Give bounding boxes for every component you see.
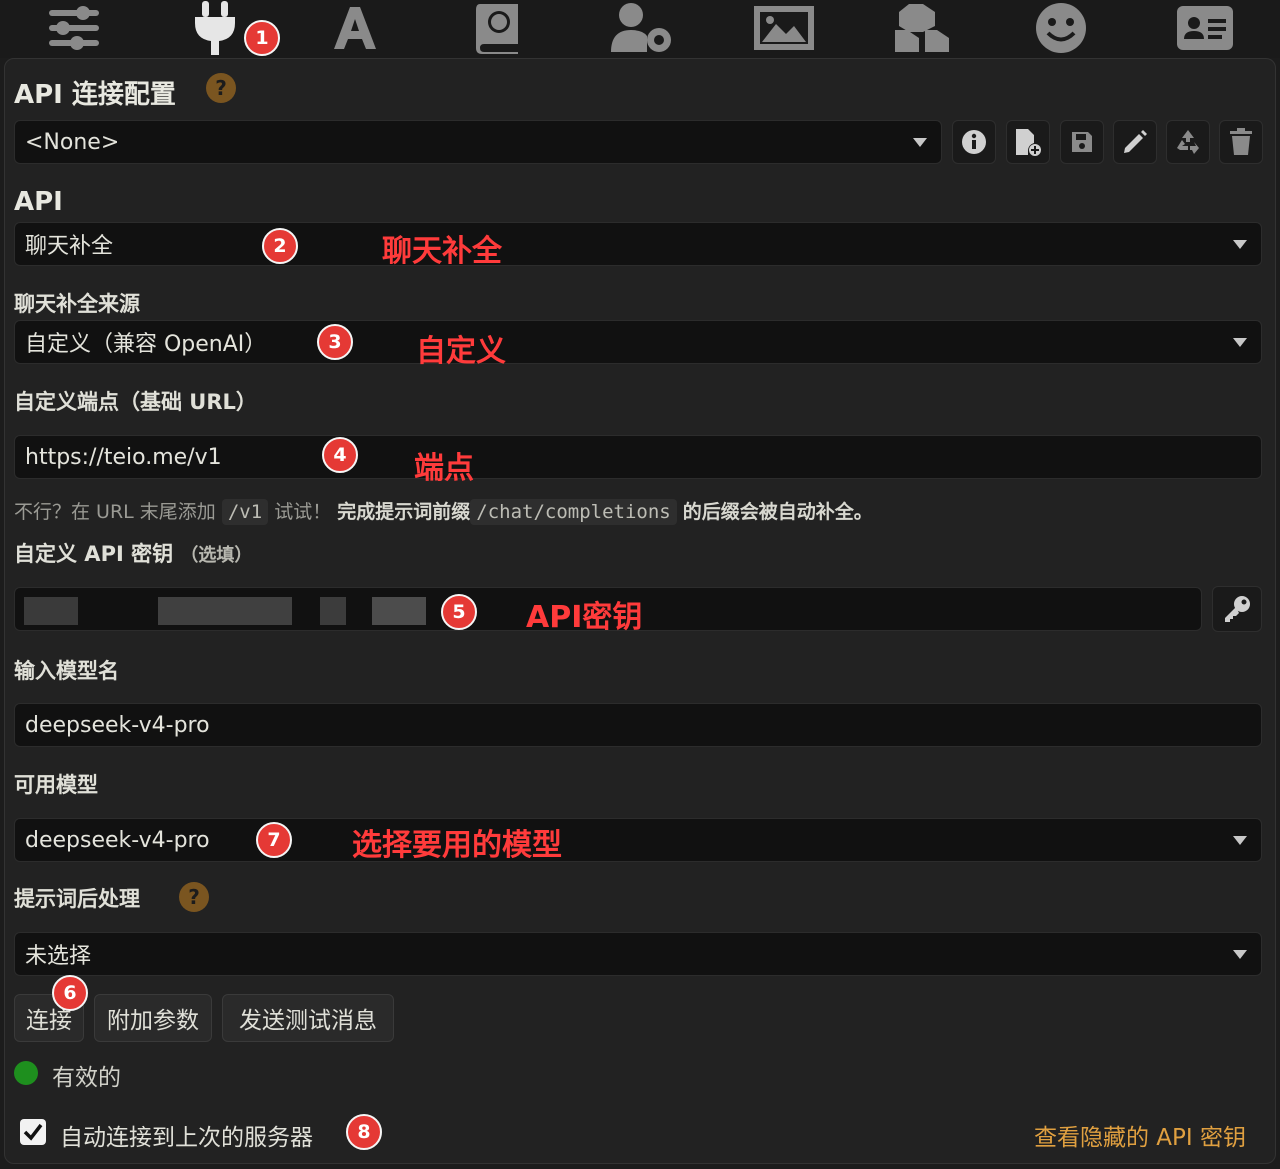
api-label: API (14, 187, 63, 217)
endpoint-value: https://teio.me/v1 (25, 444, 222, 470)
annotation-badge-4: 4 (322, 437, 358, 473)
annotation-badge-2: 2 (262, 228, 298, 264)
reveal-api-keys-link[interactable]: 查看隐藏的 API 密钥 (1034, 1118, 1246, 1152)
pencil-icon (1124, 130, 1147, 153)
image-icon (754, 6, 814, 50)
profile-reload-button[interactable] (1166, 120, 1210, 164)
redacted-key-block (372, 597, 426, 625)
info-icon (962, 130, 986, 154)
checkmark-icon (23, 1123, 43, 1141)
save-icon (1072, 132, 1092, 152)
hint-text-3: 完成提示词前缀 (337, 501, 471, 523)
plug-icon (195, 1, 235, 55)
hint-text-4: 的后缀会被自动补全。 (682, 501, 873, 523)
tab-api-connections[interactable] (180, 0, 250, 56)
key-icon (1225, 596, 1250, 622)
endpoint-input[interactable]: https://teio.me/v1 (14, 435, 1262, 479)
connection-profile-title: API 连接配置 (14, 80, 176, 110)
tab-ai-settings[interactable] (39, 0, 109, 56)
user-gear-icon (611, 3, 671, 52)
chevron-down-icon (1233, 240, 1247, 249)
hint-text-1: 不行？在 URL 末尾添加 (14, 501, 216, 523)
tab-world-info[interactable] (462, 0, 532, 56)
profile-create-button[interactable] (1006, 120, 1050, 164)
api-select[interactable]: 聊天补全 (14, 222, 1262, 266)
chevron-down-icon (1233, 338, 1247, 347)
hint-text-2: 试试！ (274, 501, 332, 523)
api-key-label-text: 自定义 API 密钥 (14, 542, 174, 566)
redacted-key-block (158, 597, 292, 625)
post-processing-select[interactable]: 未选择 (14, 932, 1262, 976)
profile-delete-button[interactable] (1219, 120, 1263, 164)
model-input-label: 输入模型名 (14, 659, 119, 683)
send-test-message-button[interactable]: 发送测试消息 (222, 994, 394, 1042)
annotation-badge-8: 8 (346, 1114, 382, 1150)
annotation-note-api: 聊天补全 (382, 234, 502, 269)
profile-rename-button[interactable] (1113, 120, 1157, 164)
annotation-badge-6: 6 (52, 975, 88, 1011)
post-processing-label: 提示词后处理 (14, 887, 140, 911)
font-icon (334, 7, 376, 49)
file-add-icon (1016, 129, 1041, 156)
annotation-note-key: API密钥 (526, 600, 643, 635)
api-key-optional: （选填） (180, 545, 253, 566)
trash-icon (1230, 128, 1252, 155)
globe-book-icon (476, 4, 518, 54)
endpoint-label: 自定义端点（基础 URL） (14, 390, 257, 414)
recycle-icon (1177, 130, 1199, 154)
available-models-value: deepseek-v4-pro (25, 827, 210, 853)
sliders-icon (49, 6, 99, 50)
status-indicator-dot (14, 1061, 38, 1085)
annotation-badge-3: 3 (317, 324, 353, 360)
tab-characters[interactable] (1170, 0, 1240, 56)
profile-info-button[interactable] (952, 120, 996, 164)
smile-icon (1036, 3, 1086, 53)
status-text: 有效的 (52, 1065, 121, 1091)
tab-extensions[interactable] (887, 0, 957, 56)
hint-code-completions: /chat/completions (470, 499, 677, 525)
auto-connect-checkbox[interactable] (20, 1119, 46, 1145)
model-name-value: deepseek-v4-pro (25, 712, 210, 738)
chevron-down-icon (1233, 836, 1247, 845)
annotation-note-endpoint: 端点 (414, 451, 474, 486)
post-processing-help-icon[interactable]: ? (179, 882, 209, 912)
chevron-down-icon (913, 138, 927, 147)
annotation-note-source: 自定义 (416, 334, 506, 369)
available-models-label: 可用模型 (14, 773, 98, 797)
tab-backgrounds[interactable] (749, 0, 819, 56)
annotation-badge-7: 7 (256, 822, 292, 858)
id-card-icon (1177, 6, 1233, 50)
chat-source-select[interactable]: 自定义（兼容 OpenAI） (14, 320, 1262, 364)
tab-personas[interactable] (1026, 0, 1096, 56)
hint-code-v1: /v1 (221, 499, 269, 525)
annotation-note-model: 选择要用的模型 (352, 828, 562, 863)
api-value: 聊天补全 (25, 234, 114, 259)
top-tab-bar (0, 0, 1280, 58)
connection-profile-value: <None> (25, 129, 120, 155)
annotation-badge-1: 1 (244, 20, 280, 56)
cubes-icon (895, 4, 949, 52)
endpoint-hint: 不行？在 URL 末尾添加 /v1 试试！ 完成提示词前缀/chat/compl… (14, 497, 873, 525)
connection-profile-select[interactable]: <None> (14, 120, 942, 164)
auto-connect-label[interactable]: 自动连接到上次的服务器 (60, 1118, 313, 1152)
redacted-key-block (24, 597, 78, 625)
available-models-select[interactable]: deepseek-v4-pro (14, 818, 1262, 862)
tab-user-settings[interactable] (607, 0, 677, 56)
chat-source-label: 聊天补全来源 (14, 292, 140, 316)
post-processing-value: 未选择 (25, 944, 92, 969)
api-key-label: 自定义 API 密钥 （选填） (14, 538, 252, 568)
extra-params-button[interactable]: 附加参数 (94, 994, 212, 1042)
chat-source-value: 自定义（兼容 OpenAI） (25, 332, 267, 357)
connection-profile-help-icon[interactable]: ? (206, 73, 236, 103)
profile-save-button[interactable] (1060, 120, 1104, 164)
tab-formatting[interactable] (320, 0, 390, 56)
model-name-input[interactable]: deepseek-v4-pro (14, 703, 1262, 747)
api-key-save-button[interactable] (1212, 586, 1262, 632)
chevron-down-icon (1233, 950, 1247, 959)
annotation-badge-5: 5 (441, 594, 477, 630)
redacted-key-block (320, 597, 346, 625)
